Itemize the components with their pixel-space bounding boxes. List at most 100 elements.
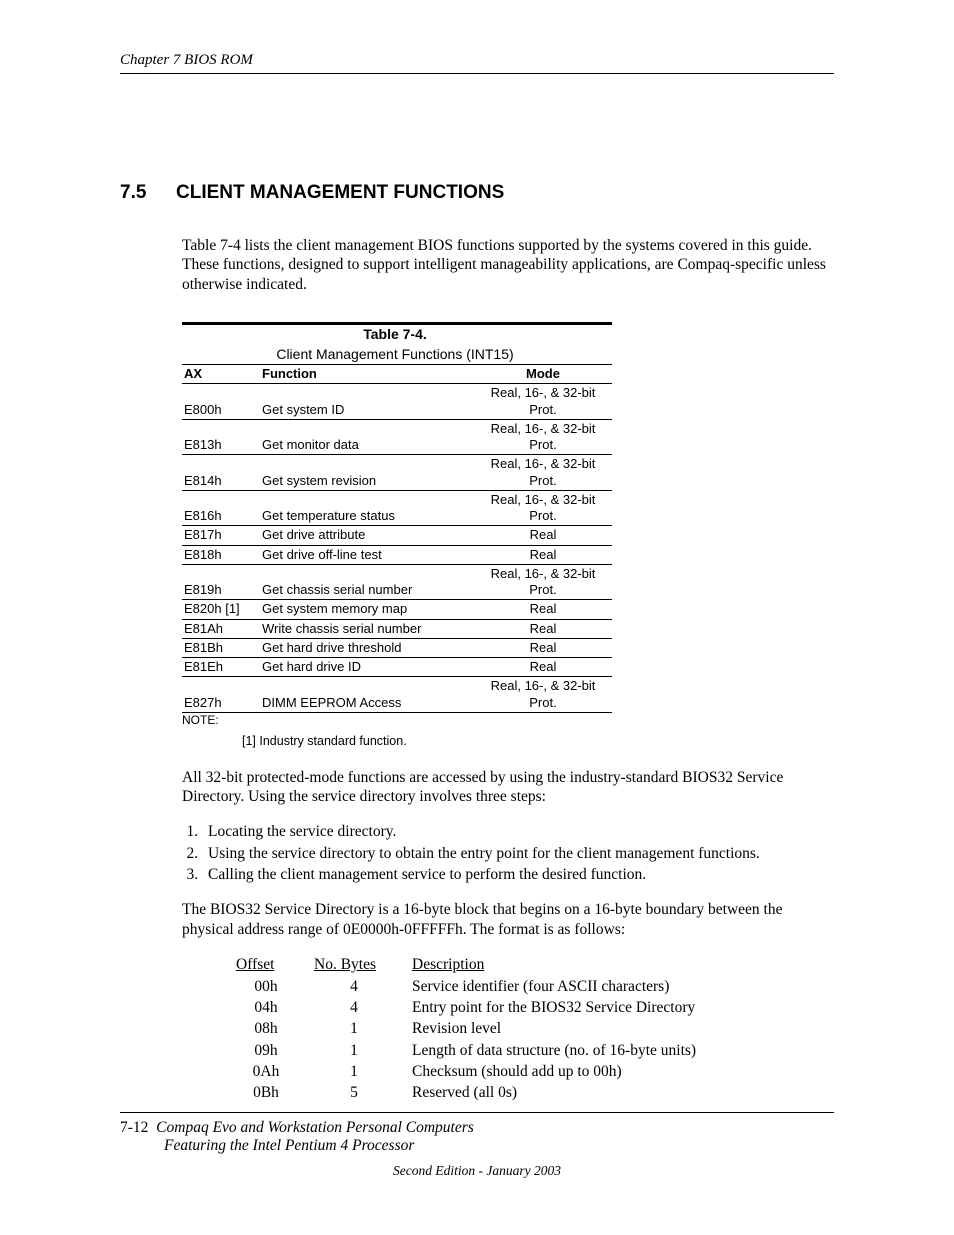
cell-mode: Real, 16-, & 32-bit Prot. bbox=[478, 564, 612, 600]
cell-ax: E827h bbox=[182, 677, 260, 713]
fmt-offset: 04h bbox=[236, 998, 314, 1019]
table-row: E814hGet system revisionReal, 16-, & 32-… bbox=[182, 455, 612, 491]
cell-function: Get hard drive threshold bbox=[260, 638, 478, 657]
table-note-text: [1] Industry standard function. bbox=[242, 734, 834, 750]
fmt-desc: Checksum (should add up to 00h) bbox=[412, 1062, 714, 1083]
cell-mode: Real, 16-, & 32-bit Prot. bbox=[478, 384, 612, 420]
fmt-offset: 00h bbox=[236, 977, 314, 998]
fmt-desc: Reserved (all 0s) bbox=[412, 1083, 714, 1104]
fmt-nbytes: 1 bbox=[314, 1041, 412, 1062]
cell-function: Get system ID bbox=[260, 384, 478, 420]
intro-paragraph: Table 7-4 lists the client management BI… bbox=[182, 236, 834, 294]
cell-function: Get drive off-line test bbox=[260, 545, 478, 564]
table-row: E800hGet system IDReal, 16-, & 32-bit Pr… bbox=[182, 384, 612, 420]
table-row: E817hGet drive attributeReal bbox=[182, 526, 612, 545]
fmt-nbytes: 4 bbox=[314, 977, 412, 998]
page-number: 7-12 bbox=[120, 1119, 148, 1136]
fmt-nbytes: 1 bbox=[314, 1062, 412, 1083]
footer-title-2: Featuring the Intel Pentium 4 Processor bbox=[164, 1137, 834, 1155]
cell-ax: E819h bbox=[182, 564, 260, 600]
fmt-row: 04h4Entry point for the BIOS32 Service D… bbox=[236, 998, 714, 1019]
fmt-offset: 09h bbox=[236, 1041, 314, 1062]
cell-function: Write chassis serial number bbox=[260, 619, 478, 638]
fmt-offset: 08h bbox=[236, 1019, 314, 1040]
cell-ax: E816h bbox=[182, 490, 260, 526]
table-row: E81AhWrite chassis serial numberReal bbox=[182, 619, 612, 638]
cell-function: DIMM EEPROM Access bbox=[260, 677, 478, 713]
running-header: Chapter 7 BIOS ROM bbox=[120, 52, 834, 74]
table-body: E800hGet system IDReal, 16-, & 32-bit Pr… bbox=[182, 384, 612, 713]
fmt-nbytes: 1 bbox=[314, 1019, 412, 1040]
cell-ax: E818h bbox=[182, 545, 260, 564]
cell-function: Get drive attribute bbox=[260, 526, 478, 545]
page-footer: 7-12 Compaq Evo and Workstation Personal… bbox=[120, 1112, 834, 1179]
cell-mode: Real bbox=[478, 600, 612, 619]
cell-mode: Real bbox=[478, 545, 612, 564]
footer-edition: Second Edition - January 2003 bbox=[120, 1163, 834, 1179]
cell-ax: E81Bh bbox=[182, 638, 260, 657]
step-item: Calling the client management service to… bbox=[202, 865, 834, 884]
cell-mode: Real, 16-, & 32-bit Prot. bbox=[478, 490, 612, 526]
cell-mode: Real, 16-, & 32-bit Prot. bbox=[478, 455, 612, 491]
paragraph-2: All 32-bit protected-mode functions are … bbox=[182, 768, 834, 807]
col-header-ax: AX bbox=[182, 365, 260, 384]
cell-ax: E820h [1] bbox=[182, 600, 260, 619]
fmt-nbytes: 4 bbox=[314, 998, 412, 1019]
cell-function: Get system memory map bbox=[260, 600, 478, 619]
table-row: E81EhGet hard drive IDReal bbox=[182, 658, 612, 677]
cell-mode: Real bbox=[478, 619, 612, 638]
cell-ax: E817h bbox=[182, 526, 260, 545]
table-row: E819hGet chassis serial numberReal, 16-,… bbox=[182, 564, 612, 600]
cell-ax: E81Ah bbox=[182, 619, 260, 638]
fmt-row: 0Bh5Reserved (all 0s) bbox=[236, 1083, 714, 1104]
table-row: E813hGet monitor dataReal, 16-, & 32-bit… bbox=[182, 419, 612, 455]
table-row: E820h [1]Get system memory mapReal bbox=[182, 600, 612, 619]
step-item: Using the service directory to obtain th… bbox=[202, 844, 834, 863]
footer-title-1: Compaq Evo and Workstation Personal Comp… bbox=[156, 1119, 474, 1136]
table-caption: Table 7-4. bbox=[182, 324, 612, 345]
fmt-offset: 0Bh bbox=[236, 1083, 314, 1104]
table-7-4: Table 7-4. Client Management Functions (… bbox=[182, 322, 834, 728]
col-header-function: Function bbox=[260, 365, 478, 384]
cell-ax: E813h bbox=[182, 419, 260, 455]
fmt-header-nbytes: No. Bytes bbox=[314, 955, 412, 976]
table-row: E816hGet temperature statusReal, 16-, & … bbox=[182, 490, 612, 526]
table-row: E818hGet drive off-line testReal bbox=[182, 545, 612, 564]
cell-mode: Real bbox=[478, 638, 612, 657]
cell-function: Get hard drive ID bbox=[260, 658, 478, 677]
cell-mode: Real, 16-, & 32-bit Prot. bbox=[478, 419, 612, 455]
section-heading: 7.5CLIENT MANAGEMENT FUNCTIONS bbox=[120, 182, 834, 204]
col-header-mode: Mode bbox=[478, 365, 612, 384]
fmt-header-offset: Offset bbox=[236, 955, 314, 976]
cell-ax: E814h bbox=[182, 455, 260, 491]
fmt-row: 0Ah1Checksum (should add up to 00h) bbox=[236, 1062, 714, 1083]
fmt-row: 09h1Length of data structure (no. of 16-… bbox=[236, 1041, 714, 1062]
fmt-desc: Service identifier (four ASCII character… bbox=[412, 977, 714, 998]
steps-list: Locating the service directory. Using the… bbox=[182, 822, 834, 884]
paragraph-3: The BIOS32 Service Directory is a 16-byt… bbox=[182, 900, 834, 939]
section-title: CLIENT MANAGEMENT FUNCTIONS bbox=[176, 182, 504, 203]
table-note-label: NOTE: bbox=[182, 713, 834, 728]
fmt-nbytes: 5 bbox=[314, 1083, 412, 1104]
format-table: Offset No. Bytes Description 00h4Service… bbox=[236, 955, 714, 1105]
fmt-desc: Revision level bbox=[412, 1019, 714, 1040]
table-row: E81BhGet hard drive thresholdReal bbox=[182, 638, 612, 657]
cell-ax: E800h bbox=[182, 384, 260, 420]
cell-function: Get chassis serial number bbox=[260, 564, 478, 600]
cell-mode: Real bbox=[478, 658, 612, 677]
fmt-desc: Length of data structure (no. of 16-byte… bbox=[412, 1041, 714, 1062]
step-item: Locating the service directory. bbox=[202, 822, 834, 841]
section-number: 7.5 bbox=[120, 182, 176, 204]
fmt-row: 00h4Service identifier (four ASCII chara… bbox=[236, 977, 714, 998]
cell-function: Get system revision bbox=[260, 455, 478, 491]
fmt-row: 08h1Revision level bbox=[236, 1019, 714, 1040]
table-row: E827hDIMM EEPROM AccessReal, 16-, & 32-b… bbox=[182, 677, 612, 713]
cell-function: Get monitor data bbox=[260, 419, 478, 455]
fmt-desc: Entry point for the BIOS32 Service Direc… bbox=[412, 998, 714, 1019]
fmt-offset: 0Ah bbox=[236, 1062, 314, 1083]
cell-mode: Real, 16-, & 32-bit Prot. bbox=[478, 677, 612, 713]
cell-mode: Real bbox=[478, 526, 612, 545]
cell-ax: E81Eh bbox=[182, 658, 260, 677]
fmt-header-desc: Description bbox=[412, 955, 714, 976]
table-subtitle: Client Management Functions (INT15) bbox=[182, 345, 612, 365]
